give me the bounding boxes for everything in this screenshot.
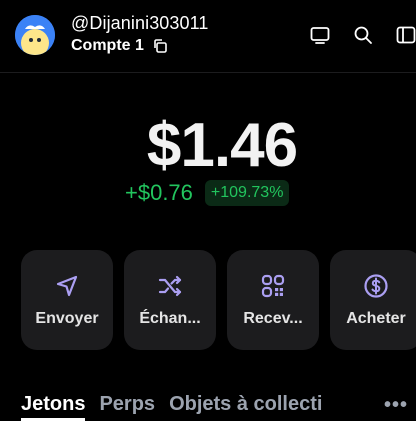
copy-icon[interactable] xyxy=(152,38,168,54)
send-icon xyxy=(53,272,81,300)
sidebar-icon[interactable] xyxy=(395,24,416,46)
swap-icon xyxy=(156,272,184,300)
search-icon[interactable] xyxy=(352,24,374,46)
receive-label: Recev... xyxy=(243,310,303,327)
account-selector[interactable]: Compte 1 xyxy=(71,37,168,55)
receive-icon xyxy=(259,272,287,300)
change-amount: +$0.76 xyxy=(125,180,193,205)
swap-label: Échan... xyxy=(139,310,201,327)
send-button[interactable]: Envoyer xyxy=(21,250,113,350)
total-balance: $1.46 xyxy=(146,111,298,180)
buy-button[interactable]: Acheter xyxy=(330,250,416,350)
swap-button[interactable]: Échan... xyxy=(124,250,216,350)
asset-tabs: Jetons Perps Objets à collecti xyxy=(21,393,322,421)
avatar[interactable] xyxy=(15,15,55,55)
tab-collectibles[interactable]: Objets à collecti xyxy=(169,393,322,421)
receive-button[interactable]: Recev... xyxy=(227,250,319,350)
tab-tokens[interactable]: Jetons xyxy=(21,393,86,421)
tab-perps[interactable]: Perps xyxy=(99,393,155,421)
username: @Dijanini303011 xyxy=(71,13,209,33)
top-header: @Dijanini303011 Compte 1 xyxy=(0,0,416,73)
buy-icon xyxy=(362,272,390,300)
account-name: Compte 1 xyxy=(71,37,144,54)
monitor-icon[interactable] xyxy=(309,24,331,46)
change-percent-badge: +109.73% xyxy=(204,180,290,206)
buy-label: Acheter xyxy=(346,310,406,327)
balance-change: +$0.76 +109.73% xyxy=(125,180,290,206)
send-label: Envoyer xyxy=(35,310,99,327)
